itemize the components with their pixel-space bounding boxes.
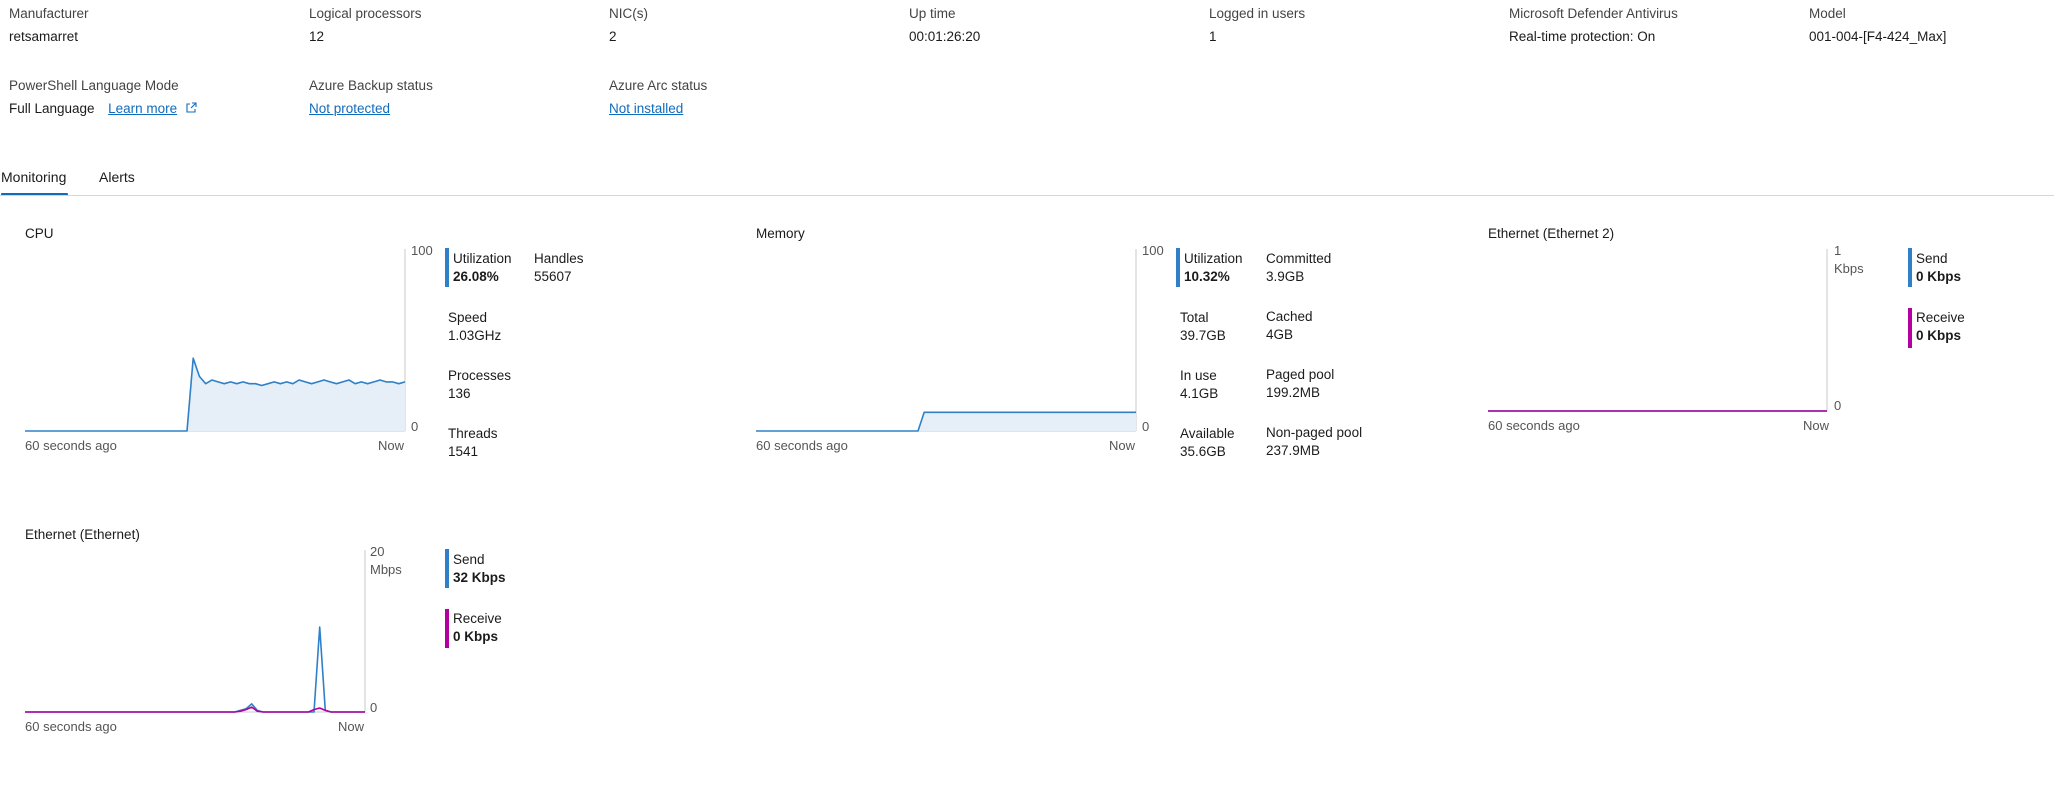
ethernet-x-start: 60 seconds ago (25, 719, 117, 734)
ethernet-y-unit: Mbps (370, 562, 402, 577)
ethernet-receive-value: 0 Kbps (453, 629, 499, 644)
ethernet-send-bar (445, 549, 449, 588)
ethernet-receive-bar (445, 609, 449, 648)
ethernet-chart (25, 550, 366, 713)
ethernet-y-max: 20 (370, 544, 385, 559)
ethernet-y-min: 0 (370, 700, 378, 715)
ethernet-send-label: Send (453, 552, 485, 567)
ethernet-series-send-line (25, 626, 365, 713)
ethernet-send-value: 32 Kbps (453, 570, 506, 585)
ethernet-receive-label: Receive (453, 611, 502, 626)
ethernet-x-end: Now (338, 719, 365, 734)
